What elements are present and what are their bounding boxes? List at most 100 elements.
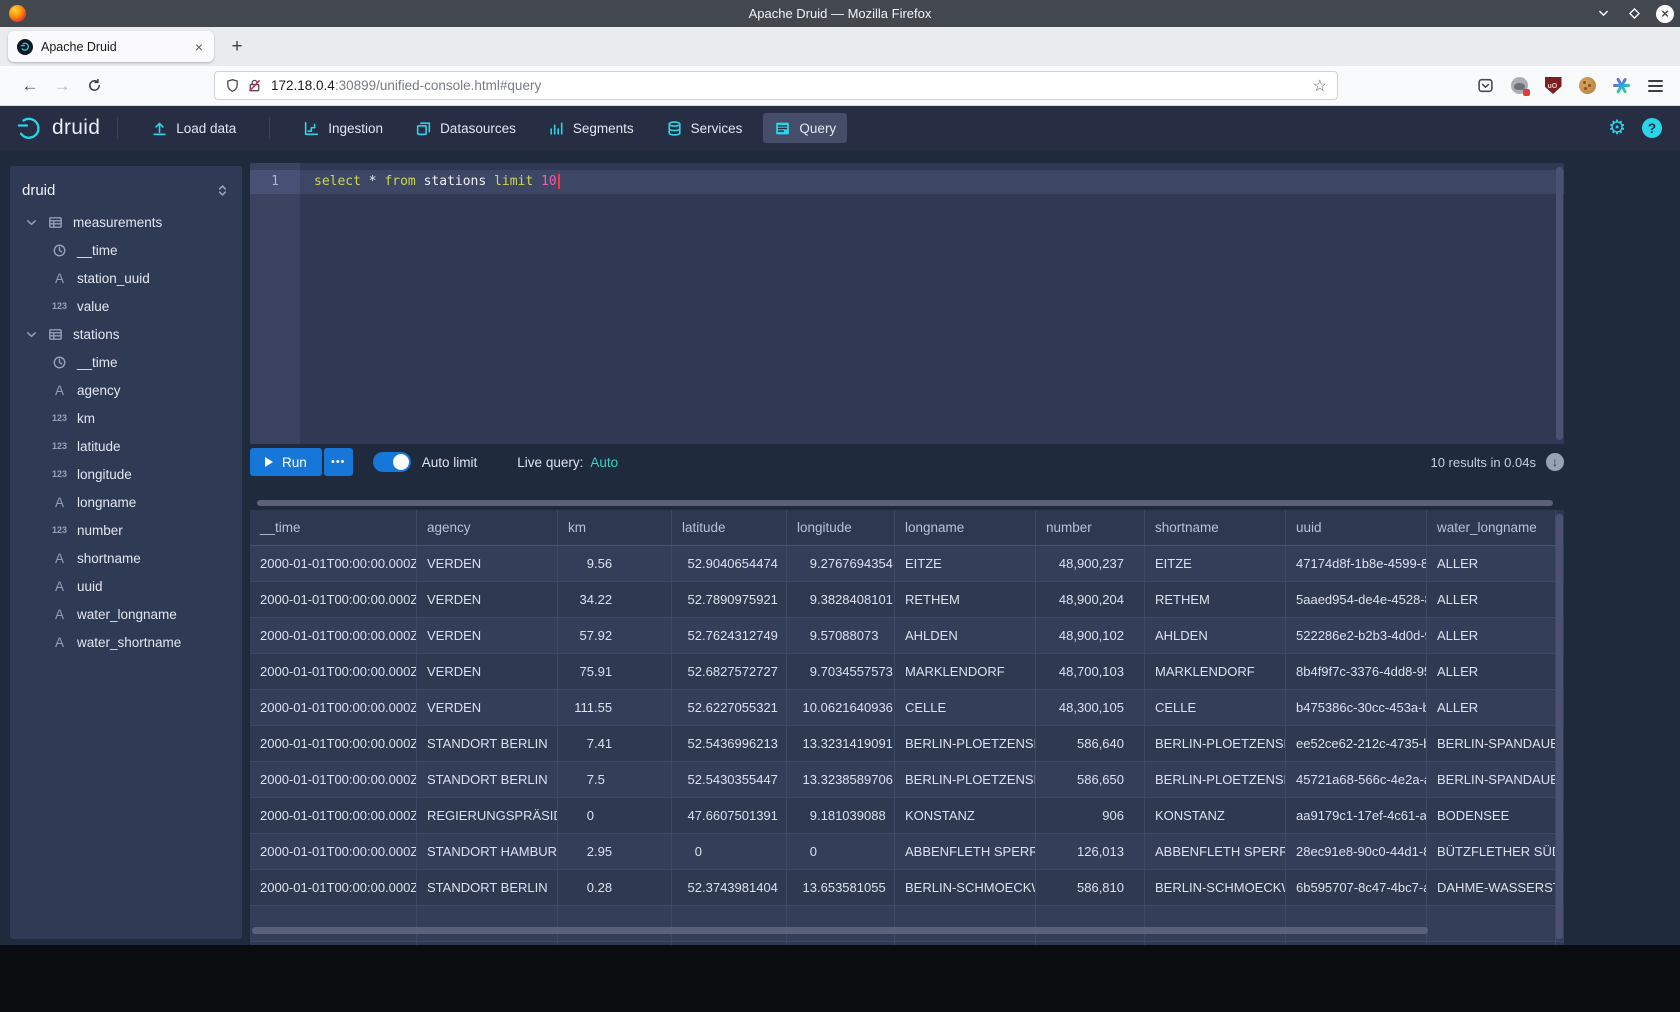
cell-water_longname[interactable]: BODENSEE — [1427, 798, 1556, 833]
sidebar-column-water_shortname[interactable]: Awater_shortname — [10, 628, 242, 656]
cell-number[interactable]: 586,640 — [1036, 726, 1145, 761]
cell-longitude[interactable]: 9.57088073 — [787, 618, 895, 653]
cell-longitude[interactable]: 9.181039088 — [787, 798, 895, 833]
cell-longname[interactable]: ABBENFLETH SPERRWER — [895, 834, 1036, 869]
sidebar-column-longitude[interactable]: 123longitude — [10, 460, 242, 488]
cell-agency[interactable]: STANDORT BERLIN — [417, 726, 558, 761]
column-header-longname[interactable]: longname — [895, 510, 1036, 545]
column-header-latitude[interactable]: latitude — [672, 510, 787, 545]
cell-agency[interactable]: VERDEN — [417, 618, 558, 653]
minimize-icon[interactable] — [1594, 5, 1612, 23]
help-icon[interactable]: ? — [1642, 118, 1662, 138]
forward-button[interactable]: → — [46, 71, 78, 101]
cell-latitude[interactable]: 52.5436996213 — [672, 726, 787, 761]
cell-latitude[interactable]: 52.9040654474 — [672, 546, 787, 581]
cell-agency[interactable]: VERDEN — [417, 582, 558, 617]
cell-km[interactable]: 7.5 — [558, 762, 672, 797]
cell-agency[interactable]: STANDORT BERLIN — [417, 870, 558, 905]
cell-uuid[interactable]: 6b595707-8c47-4bc7-a8 — [1286, 870, 1427, 905]
cell-km[interactable]: 0.28 — [558, 870, 672, 905]
run-button[interactable]: Run — [250, 448, 322, 476]
cell-shortname[interactable]: RETHEM — [1145, 582, 1286, 617]
cell-number[interactable]: 126,013 — [1036, 834, 1145, 869]
cell-__time[interactable]: 2000-01-01T00:00:00.000Z — [250, 798, 417, 833]
ublock-icon[interactable]: uO — [1536, 71, 1570, 101]
sidebar-column-__time[interactable]: __time — [10, 236, 242, 264]
sidebar-table-stations[interactable]: stations — [10, 320, 242, 348]
cell-km[interactable]: 0 — [558, 798, 672, 833]
cell-longname[interactable]: BERLIN-SCHMOECKWITZ — [895, 870, 1036, 905]
cell-shortname[interactable]: BERLIN-PLOETZENSEE U — [1145, 762, 1286, 797]
cell-water_longname[interactable]: BERLIN-SPANDAUER-S — [1427, 726, 1556, 761]
cell-water_longname[interactable]: ALLER — [1427, 654, 1556, 689]
cell-longname[interactable]: BERLIN-PLOETZENSEE C — [895, 726, 1036, 761]
cell-shortname[interactable]: ABBENFLETH SPERRWER — [1145, 834, 1286, 869]
sidebar-column-value[interactable]: 123value — [10, 292, 242, 320]
container-asterisk-icon[interactable] — [1604, 71, 1638, 101]
cell-__time[interactable]: 2000-01-01T00:00:00.000Z — [250, 582, 417, 617]
results-horizontal-scrollbar[interactable] — [252, 927, 1428, 934]
cell-km[interactable]: 9.56 — [558, 546, 672, 581]
column-header-uuid[interactable]: uuid — [1286, 510, 1427, 545]
download-icon[interactable]: ↓ — [1546, 453, 1564, 471]
nav-item-load-data[interactable]: Load data — [140, 113, 247, 143]
cell-longitude[interactable]: 9.7034557573 — [787, 654, 895, 689]
sidebar-column-agency[interactable]: Aagency — [10, 376, 242, 404]
column-header-water_longname[interactable]: water_longname — [1427, 510, 1556, 545]
cell-__time[interactable]: 2000-01-01T00:00:00.000Z — [250, 654, 417, 689]
cell-uuid[interactable]: b475386c-30cc-453a-b3 — [1286, 690, 1427, 725]
cell-longitude[interactable]: 9.2767694354 — [787, 546, 895, 581]
reload-button[interactable] — [78, 71, 110, 101]
column-header-agency[interactable]: agency — [417, 510, 558, 545]
cell-shortname[interactable]: EITZE — [1145, 546, 1286, 581]
cell-uuid[interactable]: 47174d8f-1b8e-4599-8a — [1286, 546, 1427, 581]
query-editor[interactable]: 1 select * from stations limit 10 — [250, 163, 1564, 444]
column-header-__time[interactable]: __time — [250, 510, 417, 545]
cell-number[interactable]: 586,650 — [1036, 762, 1145, 797]
cell-shortname[interactable]: KONSTANZ — [1145, 798, 1286, 833]
sidebar-column-__time[interactable]: __time — [10, 348, 242, 376]
cell-latitude[interactable]: 52.7624312749 — [672, 618, 787, 653]
cell-number[interactable]: 906 — [1036, 798, 1145, 833]
cookie-icon[interactable] — [1570, 71, 1604, 101]
browser-tab[interactable]: Apache Druid × — [8, 31, 214, 62]
cell-latitude[interactable]: 0 — [672, 834, 787, 869]
cell-agency[interactable]: STANDORT HAMBURG — [417, 834, 558, 869]
sidebar-table-measurements[interactable]: measurements — [10, 208, 242, 236]
cell-water_longname[interactable]: ALLER — [1427, 690, 1556, 725]
cell-number[interactable]: 48,300,105 — [1036, 690, 1145, 725]
cell-__time[interactable]: 2000-01-01T00:00:00.000Z — [250, 690, 417, 725]
cell-agency[interactable]: VERDEN — [417, 654, 558, 689]
sidebar-column-uuid[interactable]: Auuid — [10, 572, 242, 600]
sidebar-column-latitude[interactable]: 123latitude — [10, 432, 242, 460]
cell-number[interactable]: 48,900,102 — [1036, 618, 1145, 653]
run-more-button[interactable]: ••• — [324, 448, 353, 476]
cell-number[interactable]: 48,900,237 — [1036, 546, 1145, 581]
cell-uuid[interactable]: 8b4f9f7c-3376-4dd8-95c — [1286, 654, 1427, 689]
cell-water_longname[interactable]: DAHME-WASSERSTRAS — [1427, 870, 1556, 905]
column-header-number[interactable]: number — [1036, 510, 1145, 545]
cell-uuid[interactable]: 522286e2-b2b3-4d0d-9a — [1286, 618, 1427, 653]
live-query-value[interactable]: Auto — [590, 455, 618, 470]
cell-number[interactable]: 48,900,204 — [1036, 582, 1145, 617]
cell-__time[interactable]: 2000-01-01T00:00:00.000Z — [250, 726, 417, 761]
cell-uuid[interactable]: aa9179c1-17ef-4c61-a48 — [1286, 798, 1427, 833]
cell-longitude[interactable]: 9.3828408101 — [787, 582, 895, 617]
gear-icon[interactable]: ⚙ — [1608, 118, 1626, 138]
cell-agency[interactable]: VERDEN — [417, 690, 558, 725]
url-bar[interactable]: 172.18.0.4:30899/unified-console.html#qu… — [214, 71, 1338, 100]
cell-__time[interactable]: 2000-01-01T00:00:00.000Z — [250, 834, 417, 869]
cell-number[interactable]: 586,810 — [1036, 870, 1145, 905]
cell-longitude[interactable]: 13.653581055 — [787, 870, 895, 905]
nav-item-query[interactable]: Query — [763, 113, 847, 143]
sidebar-column-km[interactable]: 123km — [10, 404, 242, 432]
cell-__time[interactable]: 2000-01-01T00:00:00.000Z — [250, 870, 417, 905]
cell-km[interactable]: 57.92 — [558, 618, 672, 653]
cell-longitude[interactable]: 13.3238589706 — [787, 762, 895, 797]
menu-icon[interactable] — [1638, 71, 1672, 101]
cell-km[interactable]: 111.55 — [558, 690, 672, 725]
cell-longname[interactable]: KONSTANZ — [895, 798, 1036, 833]
cell-longname[interactable]: EITZE — [895, 546, 1036, 581]
cell-uuid[interactable]: 5aaed954-de4e-4528-8f — [1286, 582, 1427, 617]
cell-uuid[interactable]: 28ec91e8-90c0-44d1-8fc — [1286, 834, 1427, 869]
